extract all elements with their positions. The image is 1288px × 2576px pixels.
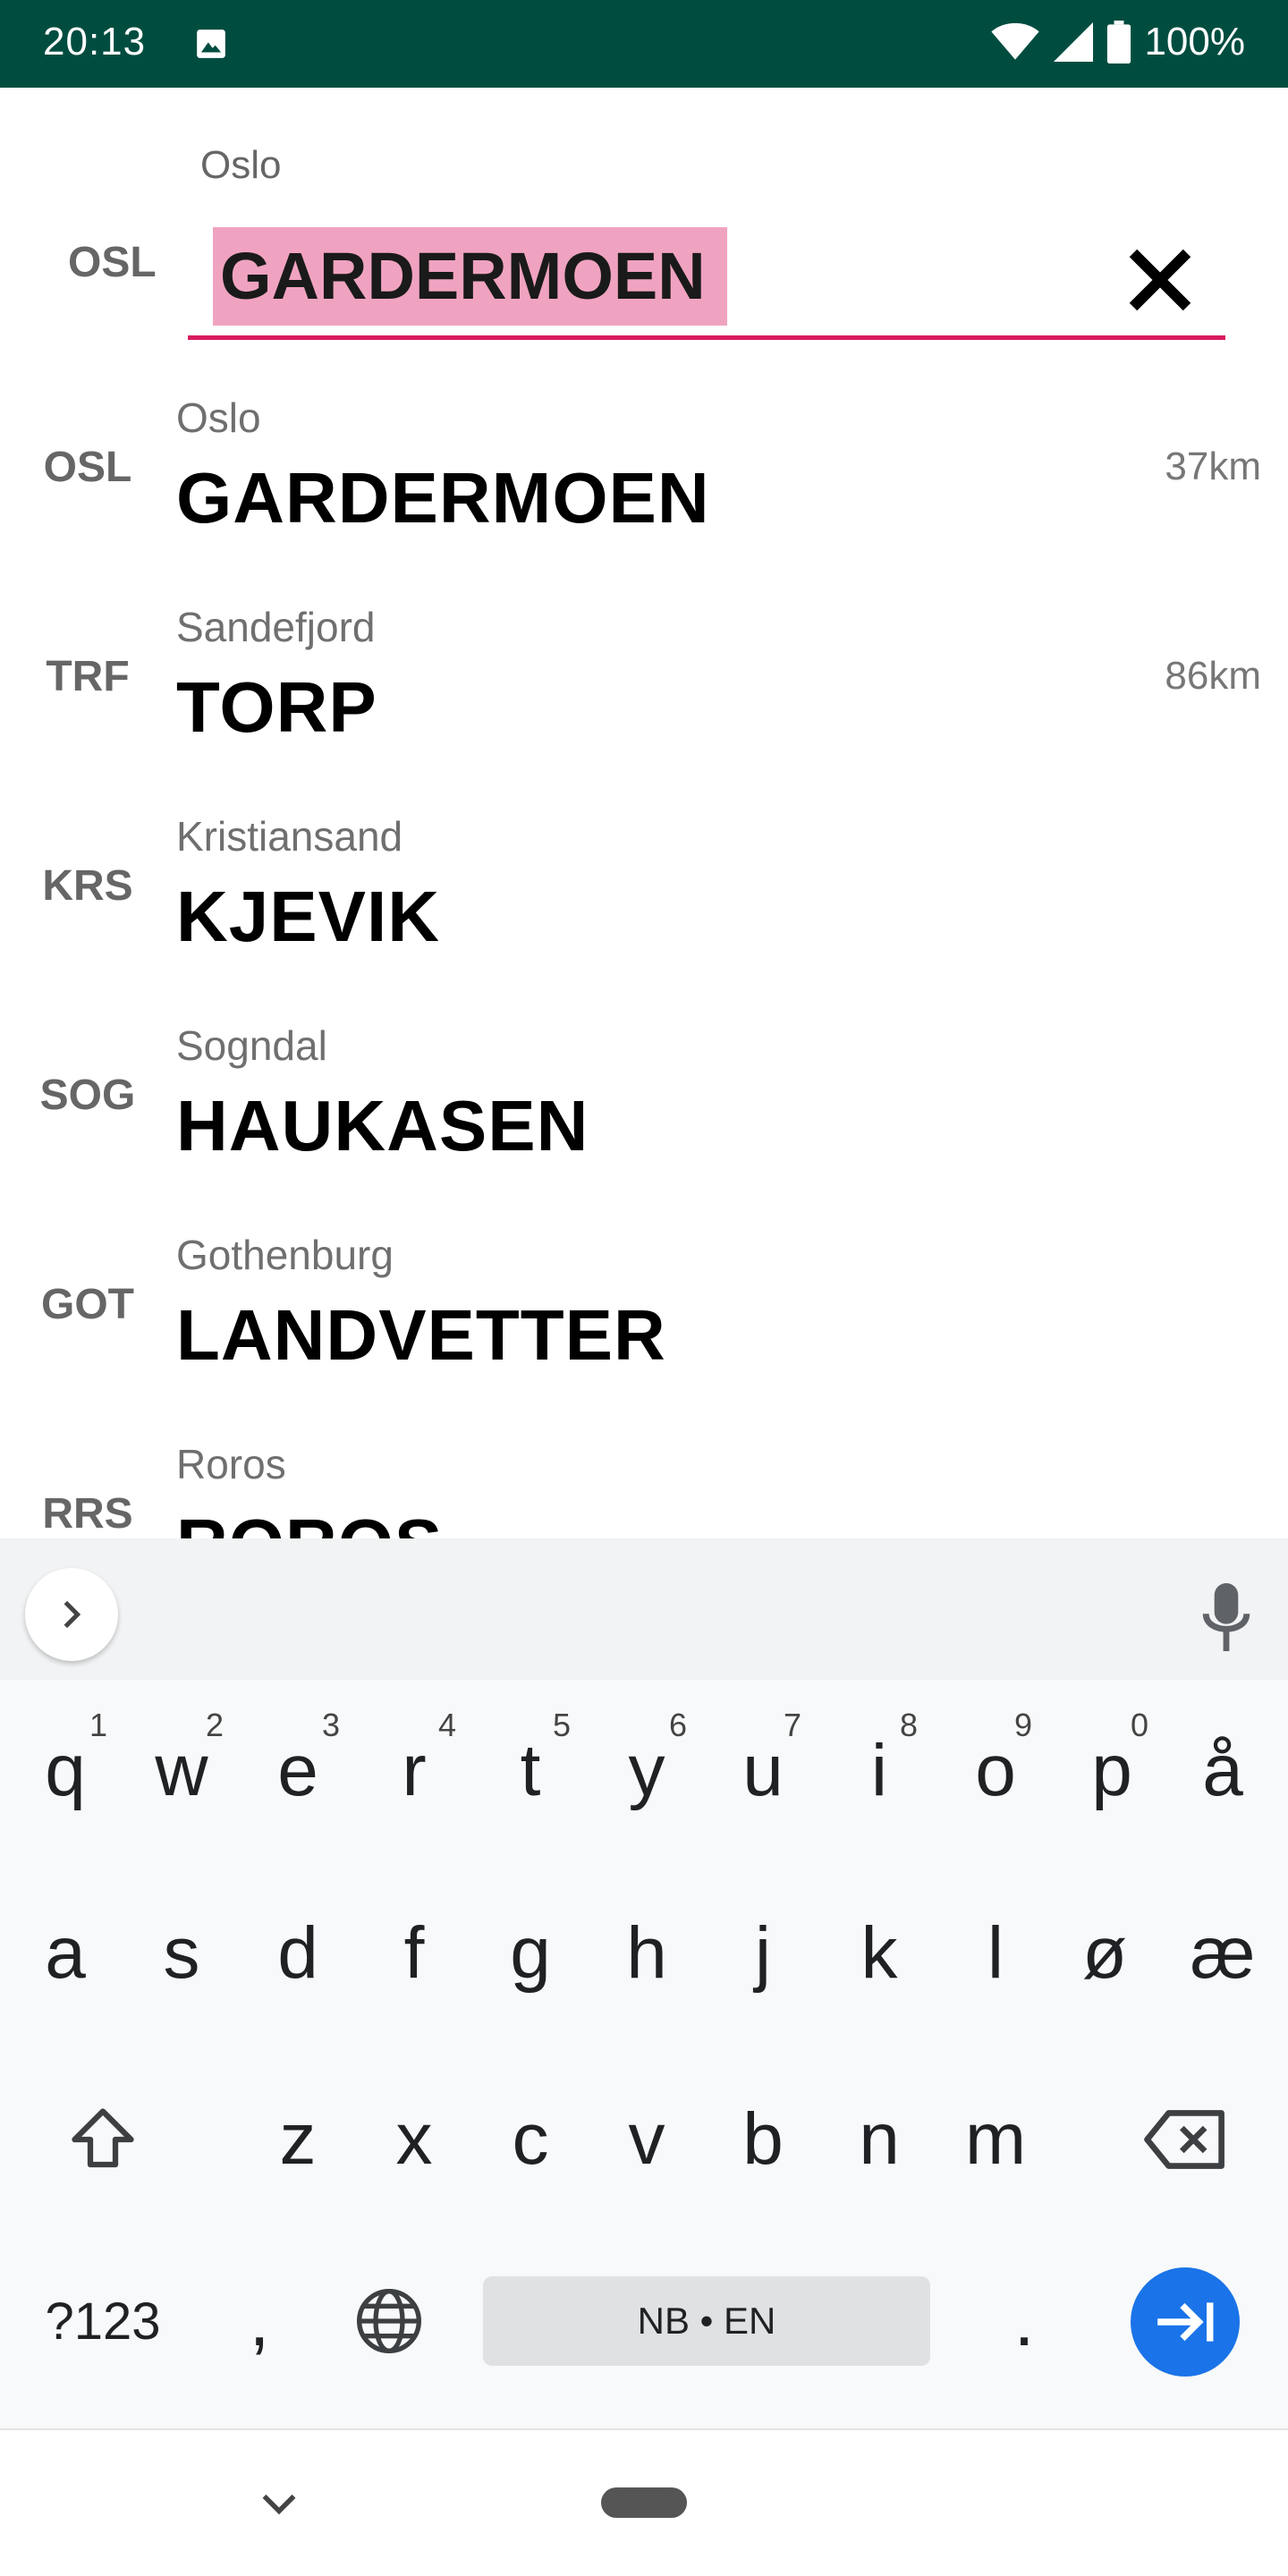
key-x[interactable]: x [356, 2068, 472, 2211]
key-f[interactable]: f [356, 1882, 472, 2025]
results-list: OSL Oslo GARDERMOEN 37km TRF Sandefjord … [0, 380, 1288, 1538]
search-code: OSL [68, 239, 157, 286]
search-header: Oslo OSL GARDERMOEN [0, 88, 1288, 356]
airport-name: GARDERMOEN [176, 458, 710, 538]
airport-name: ROROS [176, 1504, 443, 1538]
signal-icon [1054, 22, 1094, 62]
airport-distance: 86km [1165, 654, 1261, 698]
airport-name: LANDVETTER [176, 1295, 666, 1375]
key-hint-2: 2 [206, 1707, 225, 1743]
airport-city: Oslo [176, 394, 261, 441]
key-hint-0: 0 [1131, 1707, 1149, 1743]
shift-key[interactable] [36, 2068, 170, 2211]
airport-code: TRF [46, 653, 130, 700]
search-input-value[interactable]: GARDERMOEN [213, 227, 727, 326]
key-hint-9: 9 [1014, 1707, 1033, 1743]
airport-code: SOG [39, 1072, 136, 1119]
airport-name: TORP [176, 667, 377, 747]
backspace-icon [1144, 2110, 1224, 2169]
airport-city: Kristiansand [176, 813, 403, 860]
key-n[interactable]: n [821, 2068, 937, 2211]
key-hint-8: 8 [900, 1707, 919, 1743]
home-pill[interactable] [601, 2487, 687, 2518]
airport-code: RRS [42, 1490, 133, 1538]
list-item[interactable]: RRS Roros ROROS [0, 1427, 1288, 1538]
airport-city: Sogndal [176, 1022, 327, 1069]
enter-key[interactable] [1131, 2267, 1240, 2377]
list-item[interactable]: KRS Kristiansand KJEVIK [0, 799, 1288, 1008]
battery-icon [1107, 21, 1131, 64]
key-oe[interactable]: ø [1046, 1882, 1163, 2025]
key-b[interactable]: b [705, 2068, 821, 2211]
airport-name: HAUKASEN [176, 1086, 589, 1165]
chevron-down-icon[interactable] [259, 2491, 299, 2518]
language-key[interactable] [331, 2254, 447, 2388]
list-item[interactable]: OSL Oslo GARDERMOEN 37km [0, 380, 1288, 589]
airport-city: Gothenburg [176, 1232, 394, 1278]
status-icons: 100% [990, 20, 1245, 64]
key-s[interactable]: s [123, 1882, 240, 2025]
key-hint-5: 5 [553, 1707, 572, 1743]
search-city: Oslo [200, 143, 282, 187]
key-z[interactable]: z [240, 2068, 356, 2211]
list-item[interactable]: SOG Sogndal HAUKASEN [0, 1008, 1288, 1217]
microphone-icon[interactable] [1201, 1583, 1251, 1651]
airport-code: KRS [42, 862, 133, 910]
chevron-right-icon [64, 1600, 81, 1629]
key-v[interactable]: v [589, 2068, 705, 2211]
keyboard-toolbar [0, 1538, 1288, 1680]
key-hint-3: 3 [322, 1707, 341, 1743]
tab-next-icon [1157, 2302, 1214, 2342]
key-u[interactable]: u [705, 1699, 821, 1843]
status-time: 20:13 [43, 20, 147, 64]
wifi-icon [991, 22, 1040, 60]
key-i[interactable]: i [821, 1699, 937, 1843]
key-g[interactable]: g [472, 1882, 589, 2025]
key-k[interactable]: k [821, 1882, 937, 2025]
airport-name: KJEVIK [176, 877, 440, 956]
key-hint-4: 4 [438, 1707, 457, 1743]
key-hint-1: 1 [89, 1707, 108, 1743]
airport-distance: 37km [1165, 445, 1261, 488]
key-t[interactable]: t [472, 1699, 589, 1843]
key-ae[interactable]: æ [1165, 1882, 1281, 2025]
key-hint-7: 7 [784, 1707, 802, 1743]
search-input[interactable]: GARDERMOEN [188, 227, 1225, 340]
key-a[interactable]: a [7, 1882, 123, 2025]
airport-city: Roros [176, 1441, 286, 1487]
symbols-key[interactable]: ?123 [18, 2254, 188, 2388]
key-l[interactable]: l [937, 1882, 1054, 2025]
key-aa[interactable]: å [1165, 1699, 1281, 1843]
key-d[interactable]: d [240, 1882, 356, 2025]
battery-percentage: 100% [1144, 20, 1245, 64]
globe-icon [357, 2289, 421, 2353]
airport-code: GOT [41, 1281, 134, 1328]
key-j[interactable]: j [705, 1882, 821, 2025]
search-underline [188, 335, 1225, 340]
list-item[interactable]: TRF Sandefjord TORP 86km [0, 589, 1288, 799]
key-hint-6: 6 [669, 1707, 688, 1743]
key-m[interactable]: m [937, 2068, 1054, 2211]
airport-city: Sandefjord [176, 604, 376, 650]
comma-key[interactable]: , [206, 2254, 313, 2388]
key-p[interactable]: p [1054, 1699, 1170, 1843]
backspace-key[interactable] [1118, 2068, 1252, 2211]
close-icon[interactable] [1120, 240, 1200, 320]
shift-arrow-icon [72, 2108, 134, 2168]
key-y[interactable]: y [589, 1699, 705, 1843]
image-icon [197, 30, 225, 58]
key-o[interactable]: o [937, 1699, 1054, 1843]
period-key[interactable]: . [966, 2254, 1082, 2388]
navigation-bar [0, 2428, 1288, 2576]
keyboard-expand-button[interactable] [25, 1568, 118, 1661]
space-key[interactable]: NB • EN [483, 2276, 930, 2366]
status-bar: 20:13 100% [0, 0, 1288, 88]
key-h[interactable]: h [589, 1882, 705, 2025]
key-c[interactable]: c [472, 2068, 589, 2211]
airport-code: OSL [43, 444, 132, 491]
list-item[interactable]: GOT Gothenburg LANDVETTER [0, 1217, 1288, 1427]
